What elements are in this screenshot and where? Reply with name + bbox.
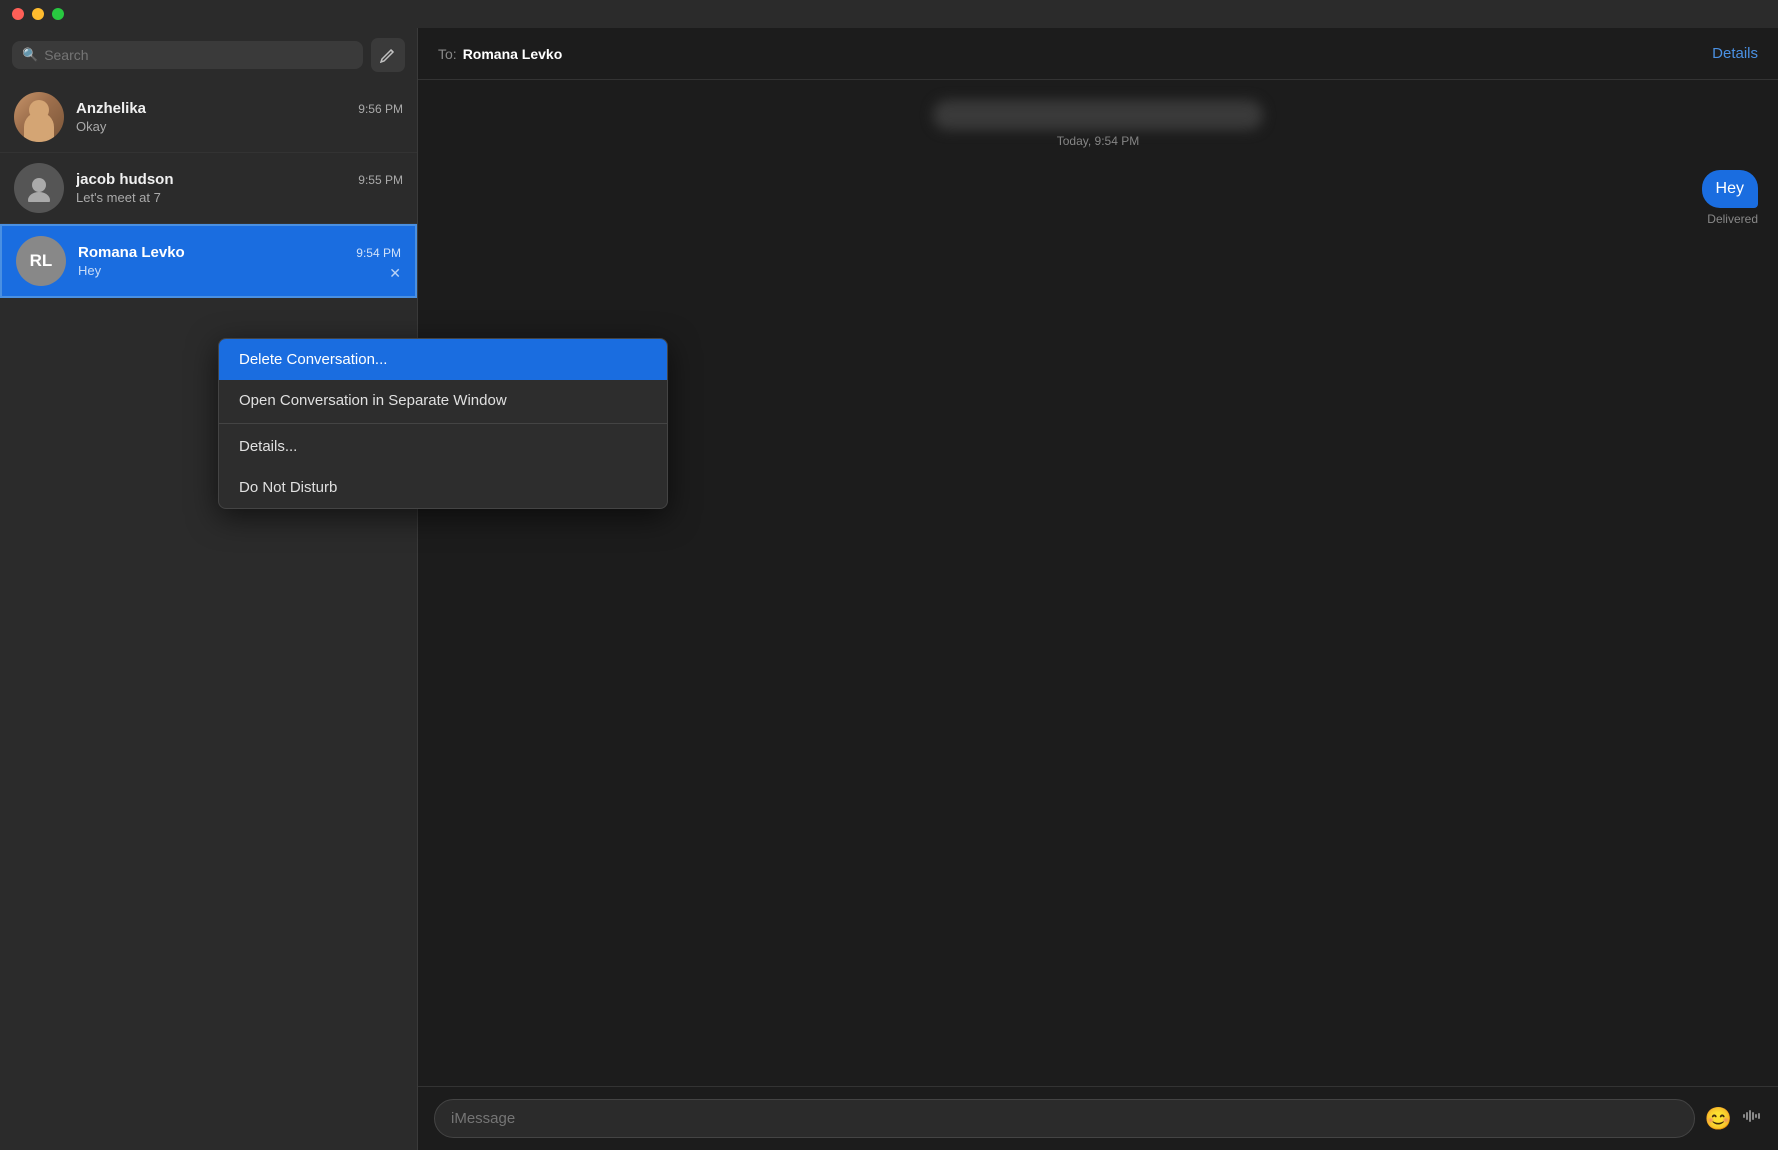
maximize-button[interactable] [52, 8, 64, 20]
minimize-button[interactable] [32, 8, 44, 20]
conv-preview-jacob: Let's meet at 7 [76, 190, 403, 205]
chat-header: To: Romana Levko Details [418, 28, 1778, 80]
search-icon: 🔍 [22, 47, 38, 63]
context-menu-item-details[interactable]: Details... [219, 426, 667, 467]
context-menu-item-dnd[interactable]: Do Not Disturb [219, 467, 667, 508]
conv-name-anzhelika: Anzhelika [76, 100, 146, 117]
avatar-anzhelika [14, 92, 64, 142]
avatar-romana: RL [16, 236, 66, 286]
conv-name-jacob: jacob hudson [76, 171, 174, 188]
conv-time-romana: 9:54 PM [356, 246, 401, 260]
conversation-item-jacob[interactable]: jacob hudson 9:55 PM Let's meet at 7 [0, 153, 417, 224]
conversation-item-anzhelika[interactable]: Anzhelika 9:56 PM Okay [0, 82, 417, 153]
conversation-list: Anzhelika 9:56 PM Okay jacob hudson [0, 82, 417, 1150]
delivered-status: Delivered [1707, 212, 1758, 226]
message-bubble-wrapper-hey: Hey Delivered [438, 170, 1758, 226]
message-bubble-hey: Hey [1702, 170, 1758, 208]
sidebar: 🔍 Anzhelika 9:56 PM Okay [0, 28, 418, 1150]
audio-wave-icon [1742, 1106, 1762, 1126]
conv-info-romana: Romana Levko 9:54 PM Hey [78, 244, 401, 278]
context-menu-item-open-separate[interactable]: Open Conversation in Separate Window [219, 380, 667, 421]
conv-preview-anzhelika: Okay [76, 119, 403, 134]
blurred-message [933, 100, 1263, 130]
search-input-wrapper: 🔍 [12, 41, 363, 69]
message-date: Today, 9:54 PM [438, 134, 1758, 148]
compose-button[interactable] [371, 38, 405, 72]
title-bar [0, 0, 1778, 28]
conv-time-anzhelika: 9:56 PM [358, 102, 403, 116]
search-bar: 🔍 [0, 28, 417, 82]
audio-button[interactable] [1742, 1106, 1762, 1131]
conv-name-romana: Romana Levko [78, 244, 185, 261]
avatar-initials-romana: RL [30, 251, 53, 271]
close-button[interactable] [12, 8, 24, 20]
context-menu: Delete Conversation... Open Conversation… [218, 338, 668, 509]
conv-preview-romana: Hey [78, 263, 401, 278]
context-menu-divider [219, 423, 667, 424]
context-menu-item-delete[interactable]: Delete Conversation... [219, 339, 667, 380]
chat-messages: Today, 9:54 PM Hey Delivered [418, 80, 1778, 1086]
chat-area: To: Romana Levko Details Today, 9:54 PM … [418, 28, 1778, 1150]
conv-info-anzhelika: Anzhelika 9:56 PM Okay [76, 100, 403, 134]
app-container: 🔍 Anzhelika 9:56 PM Okay [0, 28, 1778, 1150]
compose-icon [380, 47, 396, 63]
avatar-jacob [14, 163, 64, 213]
emoji-button[interactable]: 😊 [1705, 1106, 1732, 1132]
conversation-item-romana[interactable]: RL Romana Levko 9:54 PM Hey ✕ [0, 224, 417, 298]
chat-input-area: 😊 [418, 1086, 1778, 1150]
conversation-close-button[interactable]: ✕ [389, 265, 401, 282]
search-input[interactable] [44, 47, 353, 63]
imessage-input[interactable] [434, 1099, 1695, 1138]
details-button[interactable]: Details [1712, 45, 1758, 62]
conv-time-jacob: 9:55 PM [358, 173, 403, 187]
chat-to-label: To: [438, 46, 457, 62]
conv-info-jacob: jacob hudson 9:55 PM Let's meet at 7 [76, 171, 403, 205]
chat-contact-name: Romana Levko [463, 46, 563, 62]
